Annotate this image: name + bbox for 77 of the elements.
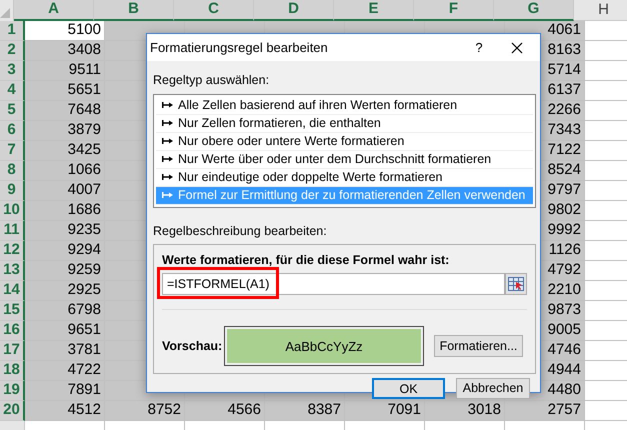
section-label: Regeltyp auswählen: xyxy=(153,72,270,89)
cell[interactable]: 9259 xyxy=(25,261,105,281)
arrow-icon xyxy=(162,137,174,146)
cell[interactable]: 8387 xyxy=(265,401,345,421)
cell[interactable]: 1066 xyxy=(25,161,105,181)
arrow-icon xyxy=(162,173,174,182)
cell[interactable]: 3425 xyxy=(25,141,105,161)
cell[interactable]: 5100 xyxy=(25,21,105,41)
column-header[interactable]: B xyxy=(94,0,174,21)
cell[interactable]: 3879 xyxy=(25,121,105,141)
column-header[interactable]: F xyxy=(414,0,494,21)
cell[interactable]: 7891 xyxy=(25,381,105,401)
cell[interactable]: 3408 xyxy=(25,41,105,61)
row-header[interactable]: 9 xyxy=(0,181,25,201)
row-header[interactable]: 15 xyxy=(0,301,25,321)
column-header[interactable]: A xyxy=(14,0,94,21)
section-label: Regelbeschreibung bearbeiten: xyxy=(153,222,328,240)
corner-triangle-icon xyxy=(0,8,10,18)
row-header[interactable]: 6 xyxy=(0,121,25,141)
cell[interactable]: 8752 xyxy=(105,401,185,421)
rule-type-item[interactable]: Nur eindeutige oder doppelte Werte formatieren xyxy=(156,168,533,187)
help-button[interactable]: ? xyxy=(464,34,494,61)
cell[interactable]: 7648 xyxy=(25,101,105,121)
rule-type-item[interactable]: Alle Zellen basierend auf ihren Werten formatieren xyxy=(156,96,533,115)
row-header[interactable]: 5 xyxy=(0,101,25,121)
row-header[interactable]: 11 xyxy=(0,221,25,241)
row-header[interactable]: 20 xyxy=(0,401,25,421)
row-header[interactable]: 16 xyxy=(0,321,25,341)
row-header[interactable]: 3 xyxy=(0,61,25,81)
arrow-icon xyxy=(162,191,174,200)
cell[interactable]: 2757 xyxy=(505,401,585,421)
arrow-icon xyxy=(162,101,174,110)
row-header[interactable]: 1 xyxy=(0,21,25,41)
row-header[interactable]: 7 xyxy=(0,141,25,161)
cell[interactable]: 7091 xyxy=(345,401,425,421)
cell[interactable]: 3781 xyxy=(25,341,105,361)
row-header[interactable]: 12 xyxy=(0,241,25,261)
row-header[interactable]: 4 xyxy=(0,81,25,101)
cell[interactable]: 4512 xyxy=(25,401,105,421)
cell[interactable]: 6798 xyxy=(25,301,105,321)
cell[interactable]: 2925 xyxy=(25,281,105,301)
preview-label: Vorschau: xyxy=(162,338,224,355)
close-icon xyxy=(511,42,523,54)
rule-type-item[interactable]: Nur Zellen formatieren, die enthalten xyxy=(156,114,533,133)
range-picker-button[interactable] xyxy=(505,273,527,296)
arrow-icon xyxy=(162,155,174,164)
row-header[interactable]: 10 xyxy=(0,201,25,221)
cancel-button[interactable]: Abbrechen xyxy=(456,378,530,398)
range-picker-icon xyxy=(508,277,524,292)
row-header[interactable]: 8 xyxy=(0,161,25,181)
row-header[interactable]: 2 xyxy=(0,41,25,61)
ok-button[interactable]: OK xyxy=(372,378,445,398)
cell[interactable]: 9235 xyxy=(25,221,105,241)
cell[interactable]: 9294 xyxy=(25,241,105,261)
column-header[interactable]: C xyxy=(174,0,254,21)
column-header[interactable]: G xyxy=(494,0,574,21)
row-header[interactable]: 13 xyxy=(0,261,25,281)
arrow-icon xyxy=(162,119,174,128)
cell[interactable]: 9651 xyxy=(25,321,105,341)
cell[interactable]: 1686 xyxy=(25,201,105,221)
format-button[interactable]: Formatieren... xyxy=(434,335,523,358)
column-header[interactable]: D xyxy=(254,0,334,21)
cell[interactable]: 9511 xyxy=(25,61,105,81)
preview-text: AaBbCcYyZz xyxy=(227,329,421,364)
cell[interactable]: 5651 xyxy=(25,81,105,101)
cell[interactable]: 4566 xyxy=(185,401,265,421)
cell[interactable]: 3018 xyxy=(425,401,505,421)
column-header[interactable]: E xyxy=(334,0,414,21)
row-header[interactable]: 19 xyxy=(0,381,25,401)
row-header[interactable]: 18 xyxy=(0,361,25,381)
row-header[interactable]: 14 xyxy=(0,281,25,301)
cell[interactable]: 4722 xyxy=(25,361,105,381)
cell[interactable]: 4007 xyxy=(25,181,105,201)
formula-field[interactable]: =ISTFORMEL(A1) xyxy=(162,273,505,296)
formula-label: Werte formatieren, für die diese Formel wahr ist: xyxy=(162,252,450,268)
window-title: Formatierungsregel bearbeiten xyxy=(150,38,329,57)
row-header[interactable]: 17 xyxy=(0,341,25,361)
